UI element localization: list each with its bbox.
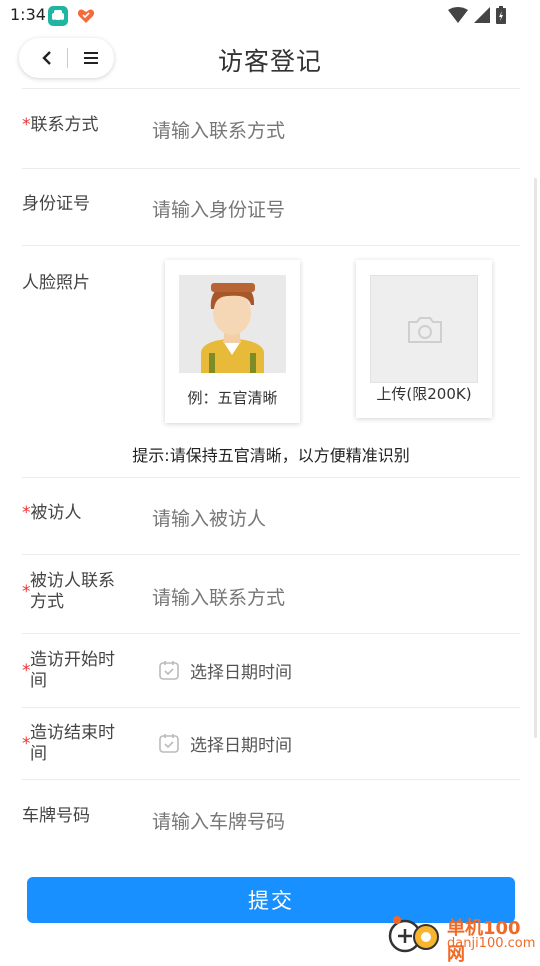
- watermark: 单机100网 danji100.com: [385, 914, 535, 954]
- plate-input[interactable]: 请输入车牌号码: [152, 807, 285, 834]
- contact-label: *联系方式: [22, 115, 99, 136]
- example-photo-caption: 例：五官清晰: [165, 387, 300, 408]
- visit-end-label-line2: 间: [30, 744, 115, 765]
- photo-hint: 提示:请保持五官清晰，以方便精准识别: [22, 442, 520, 466]
- avatar-example-image: [179, 275, 286, 373]
- visit-end-label-line1: 造访结束时: [30, 723, 115, 744]
- divider: [22, 88, 520, 89]
- visitee-contact-label-line2: 方式: [30, 592, 115, 613]
- visit-end-picker[interactable]: 选择日期时间: [190, 731, 292, 756]
- divider: [22, 707, 520, 708]
- visitee-contact-label-line1: 被访人联系: [30, 571, 115, 592]
- calendar-icon: [158, 659, 180, 681]
- divider: [22, 168, 520, 169]
- plate-label: 车牌号码: [22, 806, 90, 827]
- visitee-label-text: 被访人: [31, 503, 82, 523]
- upload-area[interactable]: [370, 275, 478, 383]
- signal-icon: [474, 7, 490, 23]
- visitee-contact-input[interactable]: 请输入联系方式: [152, 583, 285, 610]
- visitee-label: *被访人: [22, 503, 82, 524]
- required-mark: *: [22, 503, 31, 523]
- contact-input[interactable]: 请输入联系方式: [152, 116, 285, 143]
- required-mark: *: [22, 115, 31, 135]
- id-number-label: 身份证号: [22, 194, 90, 215]
- page-title: 访客登记: [0, 42, 540, 78]
- visit-end-label: 造访结束时 间: [30, 723, 115, 765]
- battery-icon: [496, 6, 506, 24]
- visit-start-label: 造访开始时 间: [30, 650, 115, 692]
- visit-start-picker[interactable]: 选择日期时间: [190, 658, 292, 683]
- wifi-icon: [448, 7, 468, 23]
- divider: [22, 779, 520, 780]
- visit-start-label-line2: 间: [30, 671, 115, 692]
- status-bar: 1:34: [0, 0, 540, 32]
- example-photo-card: 例：五官清晰: [165, 260, 300, 423]
- car-app-icon: [48, 6, 68, 26]
- visitee-input[interactable]: 请输入被访人: [152, 504, 266, 531]
- upload-photo-card[interactable]: 上传(限200K): [356, 260, 492, 418]
- divider: [22, 554, 520, 555]
- visitee-contact-label: 被访人联系 方式: [30, 571, 115, 613]
- calendar-icon: [158, 732, 180, 754]
- header: 访客登记: [0, 32, 540, 88]
- contact-label-text: 联系方式: [31, 115, 99, 135]
- watermark-logo-icon: [385, 914, 443, 954]
- camera-icon: [406, 316, 444, 344]
- scrollbar[interactable]: [534, 178, 537, 738]
- status-time: 1:34: [10, 5, 46, 24]
- visit-start-label-line1: 造访开始时: [30, 650, 115, 671]
- divider: [22, 633, 520, 634]
- divider: [22, 477, 520, 478]
- heart-app-icon: [76, 6, 96, 26]
- watermark-url: danji100.com: [447, 936, 535, 951]
- id-number-input[interactable]: 请输入身份证号: [152, 195, 285, 222]
- face-photo-label: 人脸照片: [22, 273, 90, 294]
- upload-photo-caption: 上传(限200K): [356, 383, 492, 404]
- divider: [22, 245, 520, 246]
